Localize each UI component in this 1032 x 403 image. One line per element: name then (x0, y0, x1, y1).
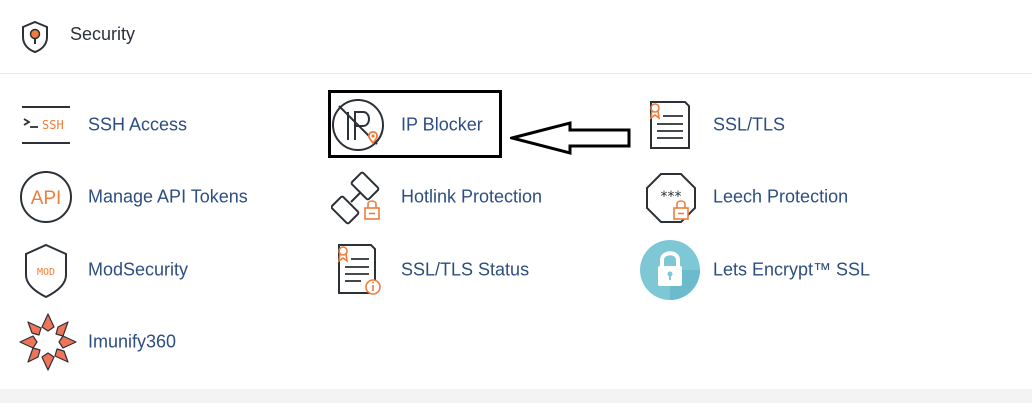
api-icon: API (20, 171, 72, 223)
imunify360-link[interactable]: Imunify360 (18, 311, 308, 373)
ssl-tls-status-label: SSL/TLS Status (401, 259, 530, 280)
modsecurity-label: ModSecurity (88, 259, 189, 280)
certificate-icon (649, 101, 690, 149)
certificate-info-icon (337, 244, 381, 295)
svg-text:API: API (31, 188, 62, 209)
section-header: Security (0, 0, 1032, 74)
lets-encrypt-ssl-link[interactable]: Lets Encrypt™ SSL (640, 239, 933, 301)
ip-blocker-highlight-box (328, 90, 502, 158)
lets-encrypt-ssl-label: Lets Encrypt™ SSL (713, 259, 871, 280)
section-title: Security (70, 24, 136, 44)
hotlink-protection-link[interactable]: Hotlink Protection (331, 166, 621, 228)
octagon-password-lock-icon: *** (646, 173, 696, 223)
broken-link-lock-icon (331, 171, 380, 225)
ssl-tls-link[interactable]: SSL/TLS (643, 94, 933, 156)
annotation-arrow-icon (510, 121, 631, 155)
mod-shield-icon: MOD (25, 243, 67, 299)
hotlink-protection-label: Hotlink Protection (401, 186, 543, 207)
security-panel: Security SSH SSH Access IP Blocker SSL/T… (0, 0, 1032, 403)
terminal-ssh-icon: SSH (22, 106, 70, 144)
modsecurity-link[interactable]: MOD ModSecurity (18, 239, 308, 301)
padlock-circle-icon (640, 240, 700, 300)
manage-api-tokens-label: Manage API Tokens (88, 186, 248, 207)
manage-api-tokens-link[interactable]: API Manage API Tokens (18, 166, 308, 228)
ssh-access-link[interactable]: SSH SSH Access (18, 94, 308, 156)
svg-text:SSH: SSH (42, 118, 64, 132)
imunify360-label: Imunify360 (88, 331, 177, 352)
ssl-tls-label: SSL/TLS (713, 114, 786, 135)
leech-protection-label: Leech Protection (713, 186, 849, 207)
ssh-access-label: SSH Access (88, 114, 188, 135)
shield-pin-icon (22, 20, 48, 54)
imunify-star-icon (19, 313, 77, 371)
leech-protection-link[interactable]: *** Leech Protection (643, 166, 933, 228)
svg-text:MOD: MOD (37, 267, 55, 278)
svg-text:***: *** (661, 189, 682, 205)
section-footer-band (0, 389, 1032, 403)
ssl-tls-status-link[interactable]: SSL/TLS Status (331, 239, 621, 301)
